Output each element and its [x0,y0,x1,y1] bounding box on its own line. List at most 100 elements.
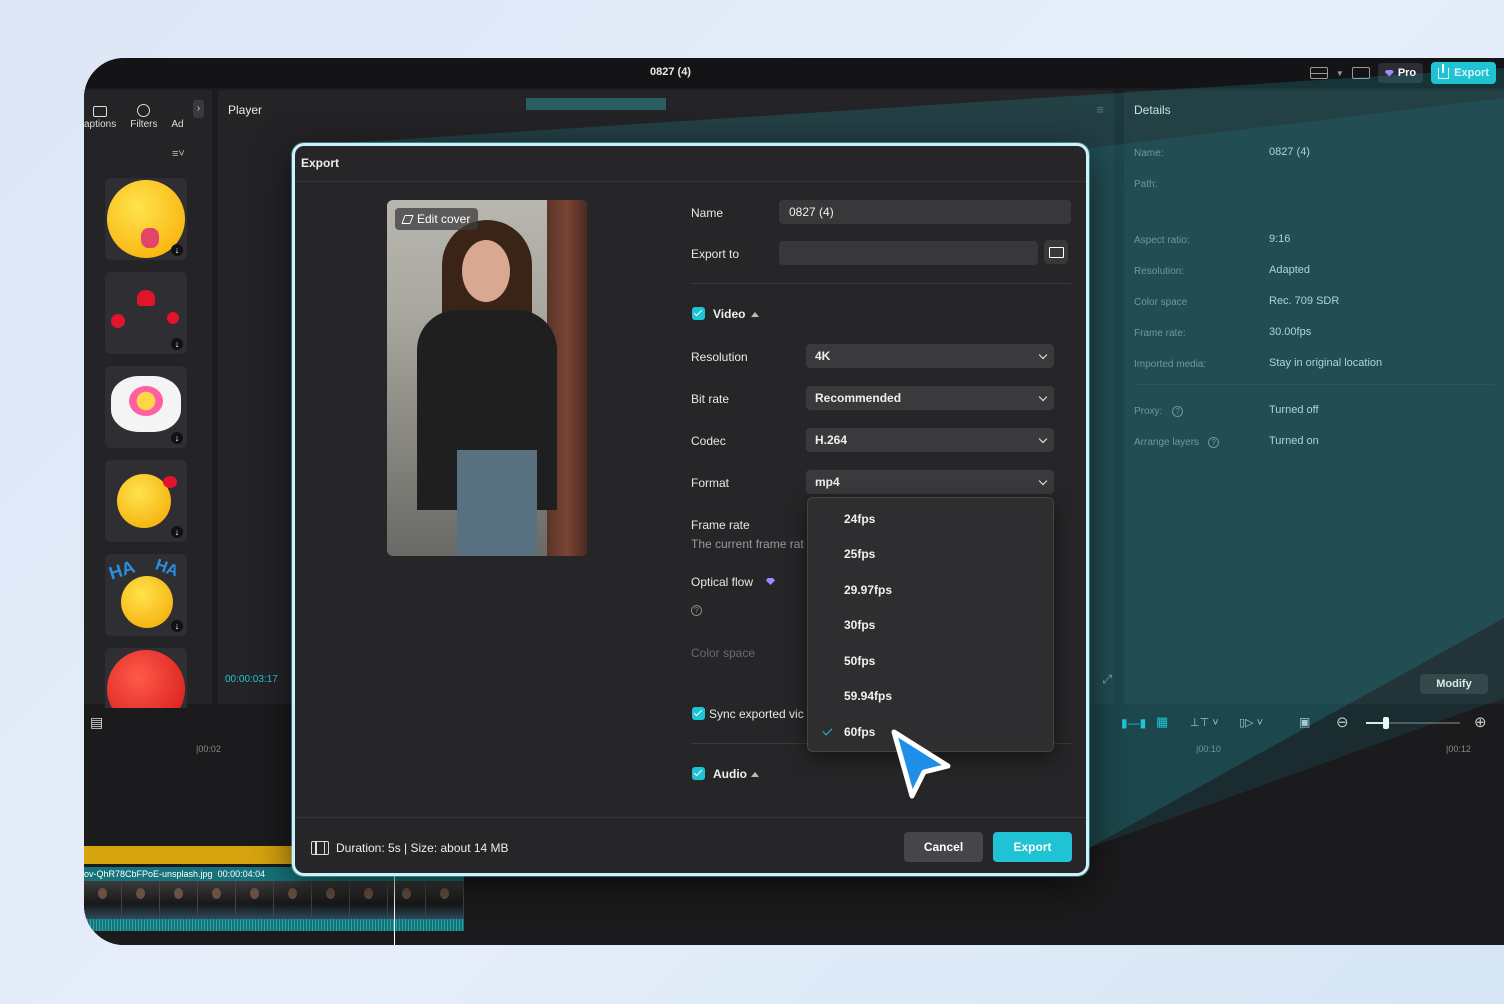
framerate-option[interactable]: 59.94fps [844,689,892,703]
edit-cover-button[interactable]: Edit cover [395,208,478,230]
pro-button[interactable]: Pro [1378,63,1423,83]
details-divider [1134,384,1494,385]
laughing-emoji-icon [121,576,173,628]
export-to-input[interactable] [779,241,1038,265]
export-button[interactable]: Export [993,832,1072,862]
framerate-option[interactable]: 50fps [844,654,875,668]
chevron-down-icon [1039,477,1047,485]
zoom-slider[interactable] [1366,722,1460,724]
name-input[interactable]: 0827 (4) [779,200,1071,224]
magnet-icon[interactable]: ▦ [1156,714,1168,730]
ruler-label: |00:02 [196,744,221,754]
help-icon[interactable]: ? [1208,437,1219,448]
sticker-wink[interactable]: ↓ [105,178,187,260]
collapse-audio-icon[interactable] [751,772,759,777]
color-space-label: Color space [691,646,755,660]
bitrate-select[interactable]: Recommended [806,386,1054,410]
zoom-slider-handle[interactable] [1383,717,1389,729]
clip-thumbnail [198,881,236,919]
framerate-option[interactable]: 25fps [844,547,875,561]
video-section-label: Video [713,307,745,321]
help-icon[interactable]: ? [1172,406,1183,417]
resolution-select[interactable]: 4K [806,344,1054,368]
details-title: Details [1134,103,1171,117]
clip-thumbnail [350,881,388,919]
top-export-button[interactable]: Export [1431,62,1496,84]
fullscreen-icon[interactable]: ⤢ [1102,672,1112,687]
detail-colorspace-label: Color space [1134,297,1187,308]
chain-icon[interactable]: ⊥⊤ ˅ [1190,716,1219,729]
adjust-icon [171,106,183,117]
chevron-down-icon[interactable]: ▼ [1336,69,1344,78]
sticker-hearts[interactable]: ↓ [105,272,187,354]
detail-layers-value: Turned on [1269,435,1319,447]
zoom-in-icon[interactable]: ⊕ [1474,713,1487,731]
heart-icon [137,290,155,306]
menu-icon[interactable]: ≡ [1096,102,1104,117]
format-select[interactable]: mp4 [806,470,1054,494]
codec-select[interactable]: H.264 [806,428,1054,452]
tab-captions[interactable]: aptions [84,106,116,130]
link-icon[interactable]: ▮—▮ [1121,716,1146,730]
keyboard-icon[interactable] [1352,67,1370,79]
audio-checkbox[interactable] [692,767,705,780]
sticker-heart-cloud[interactable]: ↓ [105,366,187,448]
tongue-icon [141,228,159,248]
collapse-video-icon[interactable] [751,312,759,317]
ruler-label: |00:10 [1196,744,1221,754]
pro-label: Pro [1398,67,1416,79]
player-title: Player [228,103,262,117]
chevron-down-icon [1039,393,1047,401]
resolution-value: 4K [815,349,830,363]
download-icon[interactable]: ↓ [171,338,183,350]
preview-icon[interactable]: ▣ [1299,715,1310,729]
help-icon[interactable]: ? [691,605,702,616]
cancel-button[interactable]: Cancel [904,832,983,862]
detail-proxy-label: Proxy: [1134,406,1162,417]
layout-icon[interactable] [1310,67,1328,79]
optical-flow-label: Optical flow [691,575,753,589]
sync-label: Sync exported vic [709,707,804,721]
gem-icon [766,578,775,585]
heart-face-icon [129,386,163,416]
download-icon[interactable]: ↓ [171,244,183,256]
video-track-clip[interactable]: ov-QhR78CbFPoE-unsplash.jpg 00:00:04:04 [84,867,464,931]
add-track-icon[interactable]: ▤ [90,714,103,731]
tab-adjust[interactable]: Ad [171,106,183,130]
sticker-haha[interactable]: HA HA ↓ [105,554,187,636]
heart-icon [167,312,179,324]
framerate-option[interactable]: 29.97fps [844,583,892,597]
clip-label: ov-QhR78CbFPoE-unsplash.jpg 00:00:04:04 [84,869,265,879]
dialog-divider [295,181,1086,182]
panel-scroll-right-button[interactable]: › [193,100,204,118]
download-icon[interactable]: ↓ [171,526,183,538]
modify-button[interactable]: Modify [1420,674,1488,694]
clip-thumbnail [160,881,198,919]
audio-waveform [84,919,464,931]
folder-icon[interactable] [1044,240,1068,264]
sticker-track-clip[interactable] [84,846,294,864]
section-divider [691,283,1071,284]
split-icon[interactable]: ▯▷ ˅ [1239,716,1263,729]
framerate-option-selected[interactable]: 60fps [844,725,875,739]
mouse-pointer-icon [890,728,952,804]
zoom-out-icon[interactable]: ⊖ [1336,713,1349,731]
sticker-kiss[interactable]: ↓ [105,460,187,542]
sync-checkbox[interactable] [692,707,705,720]
download-icon[interactable]: ↓ [171,620,183,632]
video-checkbox[interactable] [692,307,705,320]
dialog-title: Export [301,156,339,170]
edit-cover-label: Edit cover [417,212,470,226]
tab-filters[interactable]: Filters [130,104,157,130]
player-preview [526,98,666,110]
sort-filter-icon[interactable]: ≡˅ [172,148,185,160]
format-value: mp4 [815,475,840,489]
download-icon[interactable]: ↓ [171,432,183,444]
framerate-subtext: The current frame rat [691,537,804,551]
footer-summary: Duration: 5s | Size: about 14 MB [336,841,509,855]
tab-captions-label: aptions [84,119,116,130]
framerate-option[interactable]: 24fps [844,512,875,526]
framerate-option[interactable]: 30fps [844,618,875,632]
framerate-dropdown: 24fps 25fps 29.97fps 30fps 50fps 59.94fp… [807,497,1054,752]
detail-colorspace-value: Rec. 709 SDR [1269,295,1339,307]
